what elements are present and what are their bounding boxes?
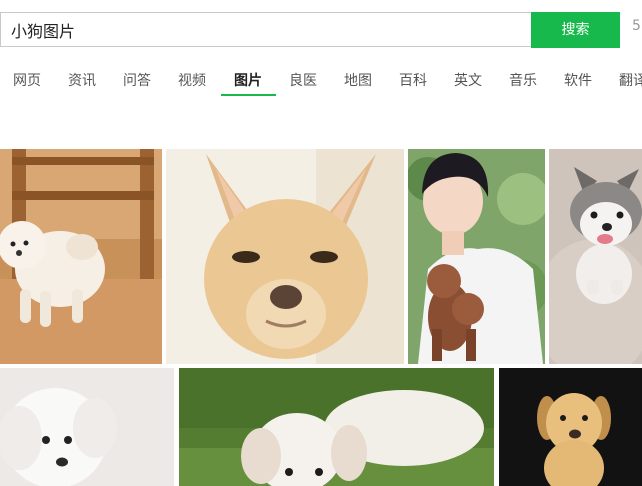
tab-web[interactable]: 网页 xyxy=(13,70,41,90)
image-result-puppy-grass[interactable] xyxy=(179,368,494,486)
tab-qa[interactable]: 问答 xyxy=(123,70,151,90)
image-result-white-puppy-floor[interactable] xyxy=(0,149,162,364)
tab-music[interactable]: 音乐 xyxy=(509,70,537,90)
tab-doctor[interactable]: 良医 xyxy=(289,70,317,90)
search-box[interactable] xyxy=(0,12,531,47)
image-result-white-fluffy[interactable] xyxy=(0,368,174,486)
search-input[interactable] xyxy=(11,13,521,46)
image-result-chihuahua[interactable] xyxy=(166,149,404,364)
tab-images[interactable]: 图片 xyxy=(234,70,262,90)
tab-map[interactable]: 地图 xyxy=(344,70,372,90)
search-button[interactable]: 搜索 xyxy=(531,12,620,48)
vertical-tabs: 网页 资讯 问答 视频 图片 良医 地图 百科 英文 音乐 软件 翻译 xyxy=(0,58,642,98)
active-tab-indicator xyxy=(221,94,276,96)
image-result-labrador[interactable] xyxy=(499,368,642,486)
tab-baike[interactable]: 百科 xyxy=(399,70,427,90)
tab-news[interactable]: 资讯 xyxy=(68,70,96,90)
tab-translate[interactable]: 翻译 xyxy=(619,70,642,90)
tab-english[interactable]: 英文 xyxy=(454,70,482,90)
image-result-boy-poodle[interactable] xyxy=(408,149,545,364)
image-result-husky-puppy[interactable] xyxy=(549,149,642,364)
header-edge-text: 5 xyxy=(632,18,641,34)
tab-video[interactable]: 视频 xyxy=(178,70,206,90)
tab-software[interactable]: 软件 xyxy=(564,70,592,90)
search-header: 搜索 5 xyxy=(0,0,642,56)
